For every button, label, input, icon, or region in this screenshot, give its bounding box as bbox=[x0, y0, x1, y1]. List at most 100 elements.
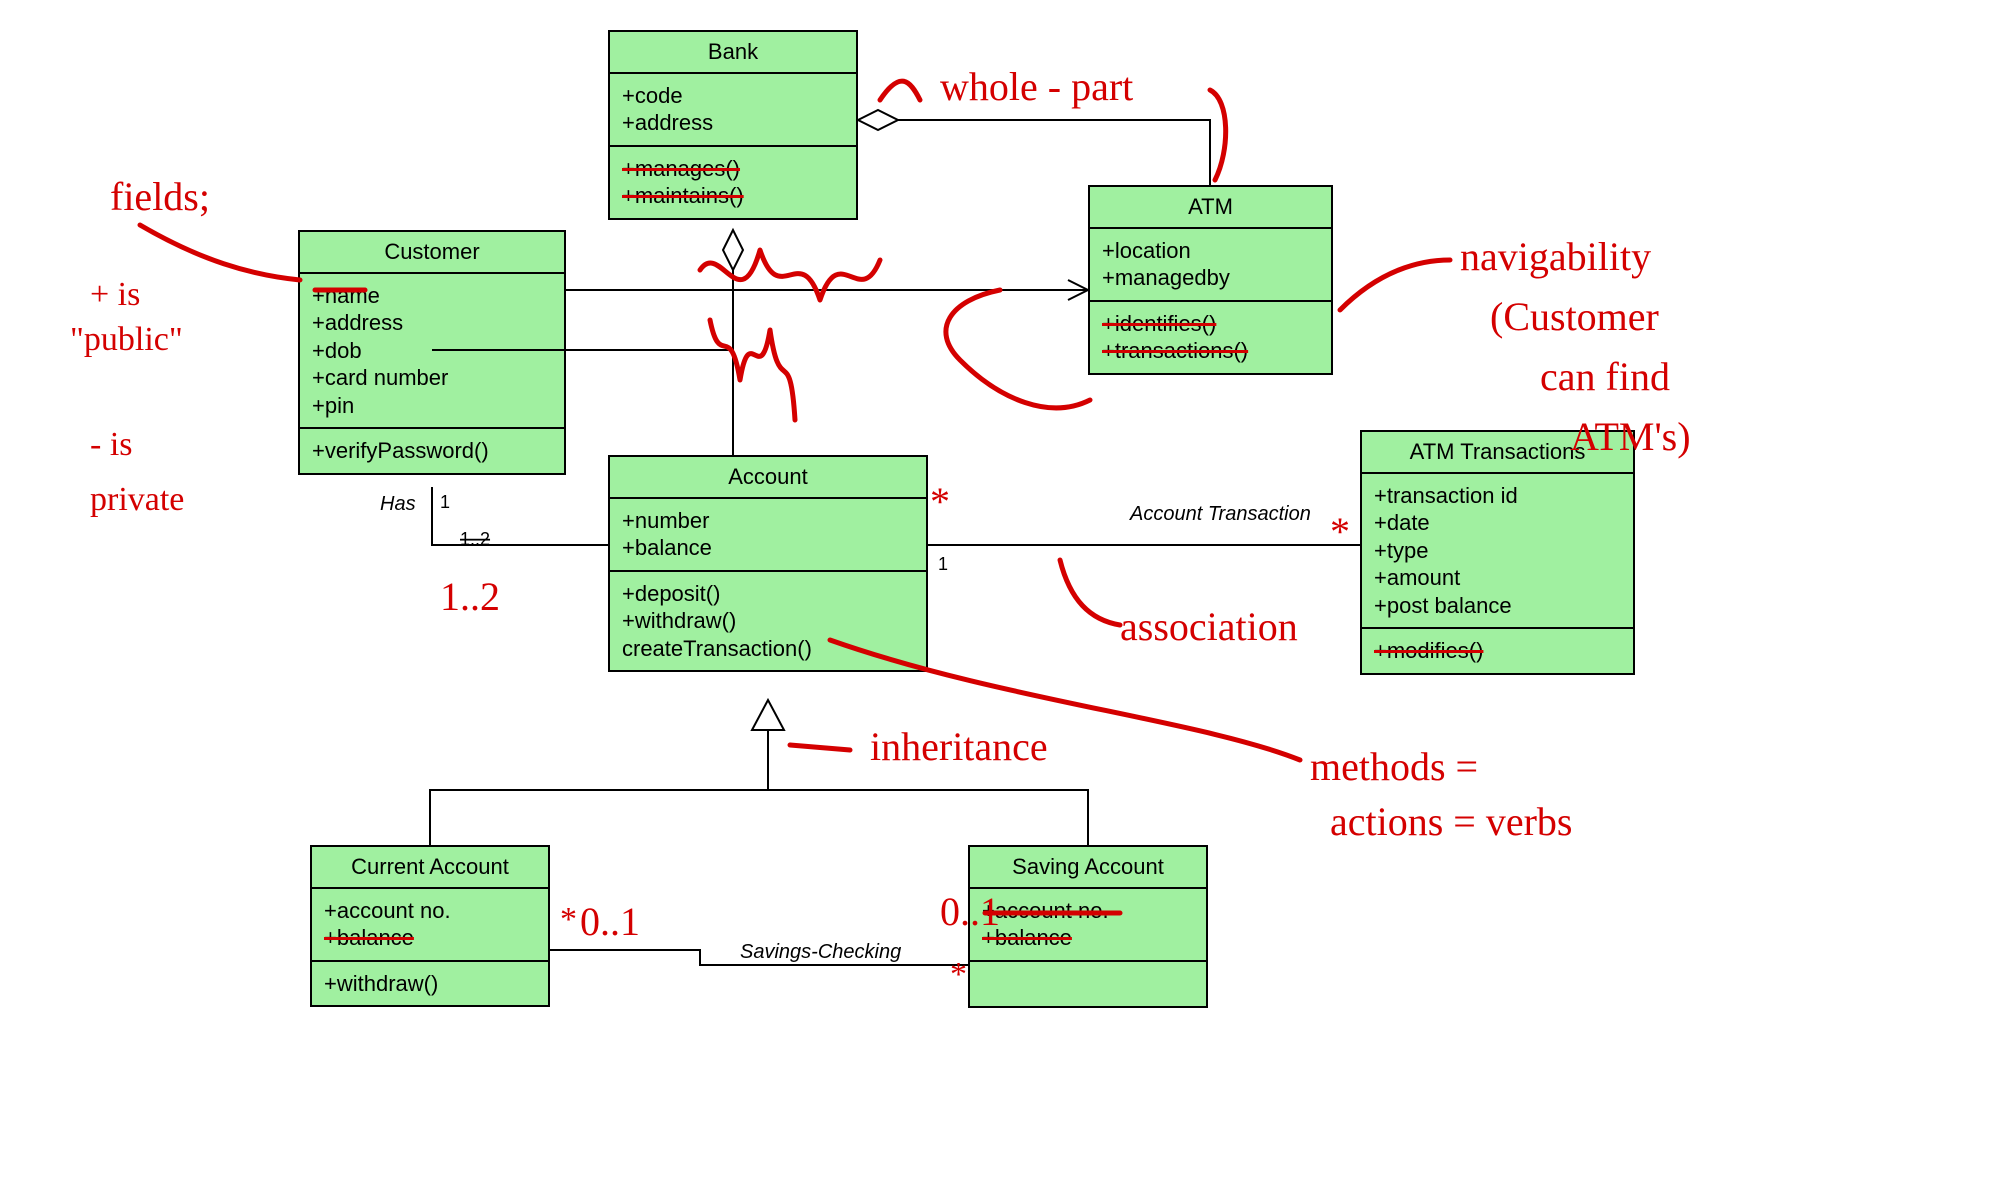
attr-struck: +balance bbox=[982, 924, 1194, 952]
attr: +amount bbox=[1374, 564, 1621, 592]
class-current-account: Current Account +account no. +balance +w… bbox=[310, 845, 550, 1007]
attr: +pin bbox=[312, 392, 552, 420]
ops: +modifies() bbox=[1362, 627, 1633, 673]
attr: +name bbox=[312, 282, 552, 310]
ops bbox=[970, 960, 1206, 1006]
hand-scribble-vert bbox=[710, 320, 795, 420]
hand-wp-tail bbox=[1210, 90, 1226, 180]
attr: +code bbox=[622, 82, 844, 110]
mult-account-struck: 1..2 bbox=[460, 529, 490, 549]
ops: +manages() +maintains() bbox=[610, 145, 856, 218]
hand-scribble-top bbox=[700, 250, 880, 300]
hand-star-curr: * bbox=[560, 901, 577, 938]
attrs: +transaction id +date +type +amount +pos… bbox=[1362, 474, 1633, 628]
op: +deposit() bbox=[622, 580, 914, 608]
hand-association: association bbox=[1120, 604, 1298, 649]
hand-assoc-arrow bbox=[1060, 560, 1120, 625]
hand-pub2: "public" bbox=[70, 321, 183, 358]
assoc-current-saving: Savings-Checking bbox=[550, 941, 968, 965]
hand-nav1: navigability bbox=[1460, 234, 1651, 279]
attr: +managedby bbox=[1102, 264, 1319, 292]
hand-nav-loop bbox=[946, 290, 1090, 408]
attr: +card number bbox=[312, 364, 552, 392]
attr: +transaction id bbox=[1374, 482, 1621, 510]
class-title: Current Account bbox=[312, 847, 548, 889]
attr: +number bbox=[622, 507, 914, 535]
class-customer: Customer +name +address +dob +card numbe… bbox=[298, 230, 566, 475]
op: +withdraw() bbox=[324, 970, 536, 998]
hand-star-sav: * bbox=[950, 956, 967, 993]
op-struck: +manages() bbox=[622, 155, 844, 183]
assoc-bank-account bbox=[723, 230, 743, 455]
assoc-label-sav-chk: Savings-Checking bbox=[740, 941, 901, 963]
mult-customer: 1 bbox=[440, 492, 450, 512]
assoc-customer-account: Has 1 1..2 bbox=[380, 487, 608, 549]
attrs: +number +balance bbox=[610, 499, 926, 570]
connectors-overlay: Has 1 1..2 Account Transaction 1 Savings… bbox=[0, 0, 2000, 1193]
class-saving-account: Saving Account +account no. +balance bbox=[968, 845, 1208, 1008]
ops: +identifies() +transactions() bbox=[1090, 300, 1331, 373]
attr: +date bbox=[1374, 509, 1621, 537]
class-title: ATM bbox=[1090, 187, 1331, 229]
class-title: Customer bbox=[300, 232, 564, 274]
assoc-account-atmtx: Account Transaction 1 bbox=[928, 503, 1360, 574]
hand-methods1: methods = bbox=[1310, 744, 1478, 789]
op-struck: +identifies() bbox=[1102, 310, 1319, 338]
attr: +account no. bbox=[982, 897, 1194, 925]
ops: +deposit() +withdraw() createTransaction… bbox=[610, 570, 926, 671]
gen-account bbox=[430, 700, 1088, 845]
attr: +address bbox=[622, 109, 844, 137]
attrs: +code +address bbox=[610, 74, 856, 145]
ops: +verifyPassword() bbox=[300, 427, 564, 473]
hand-zero-one-left: 0..1 bbox=[580, 899, 640, 944]
hand-star-tx: * bbox=[1330, 509, 1350, 554]
hand-star-acct: * bbox=[930, 479, 950, 524]
mult-account-1: 1 bbox=[938, 554, 948, 574]
hand-fields-arrow bbox=[140, 225, 300, 280]
ops: +withdraw() bbox=[312, 960, 548, 1006]
hand-priv1: - is bbox=[90, 426, 133, 463]
assoc-label-acct-tx: Account Transaction bbox=[1129, 503, 1311, 525]
assoc-customer-atm bbox=[566, 280, 1088, 300]
hand-inh-dash bbox=[790, 745, 850, 750]
hand-nav3: can find bbox=[1540, 354, 1670, 399]
attr: +account no. bbox=[324, 897, 536, 925]
op-struck: +transactions() bbox=[1102, 337, 1319, 365]
assoc-label-has: Has bbox=[380, 493, 416, 515]
class-title: ATM Transactions bbox=[1362, 432, 1633, 474]
attr: +dob bbox=[312, 337, 552, 365]
class-title: Account bbox=[610, 457, 926, 499]
attrs: +account no. +balance bbox=[970, 889, 1206, 960]
class-title: Bank bbox=[610, 32, 856, 74]
attr: +type bbox=[1374, 537, 1621, 565]
hand-fields: fields; bbox=[110, 174, 210, 219]
class-title: Saving Account bbox=[970, 847, 1206, 889]
hand-one-two: 1..2 bbox=[440, 574, 500, 619]
class-atm: ATM +location +managedby +identifies() +… bbox=[1088, 185, 1333, 375]
attr: +address bbox=[312, 309, 552, 337]
op-struck: +modifies() bbox=[1374, 637, 1621, 665]
hand-nav-curve bbox=[1340, 260, 1450, 310]
hand-whole-part: whole - part bbox=[940, 64, 1133, 109]
op-empty bbox=[982, 970, 1194, 998]
op: createTransaction() bbox=[622, 635, 914, 663]
hand-pub1: + is bbox=[90, 276, 140, 313]
attr: +location bbox=[1102, 237, 1319, 265]
op: +verifyPassword() bbox=[312, 437, 552, 465]
attr-struck: +balance bbox=[324, 924, 536, 952]
hand-priv2: private bbox=[90, 481, 184, 518]
hand-methods2: actions = verbs bbox=[1330, 799, 1573, 844]
attrs: +name +address +dob +card number +pin bbox=[300, 274, 564, 428]
hand-nav2: (Customer bbox=[1490, 294, 1659, 339]
class-atm-transactions: ATM Transactions +transaction id +date +… bbox=[1360, 430, 1635, 675]
attrs: +account no. +balance bbox=[312, 889, 548, 960]
attr: +post balance bbox=[1374, 592, 1621, 620]
class-account: Account +number +balance +deposit() +wit… bbox=[608, 455, 928, 672]
op-struck: +maintains() bbox=[622, 182, 844, 210]
attrs: +location +managedby bbox=[1090, 229, 1331, 300]
assoc-bank-atm bbox=[858, 110, 1210, 185]
attr: +balance bbox=[622, 534, 914, 562]
hand-wp-hook bbox=[880, 81, 920, 100]
op: +withdraw() bbox=[622, 607, 914, 635]
hand-inheritance: inheritance bbox=[870, 724, 1048, 769]
